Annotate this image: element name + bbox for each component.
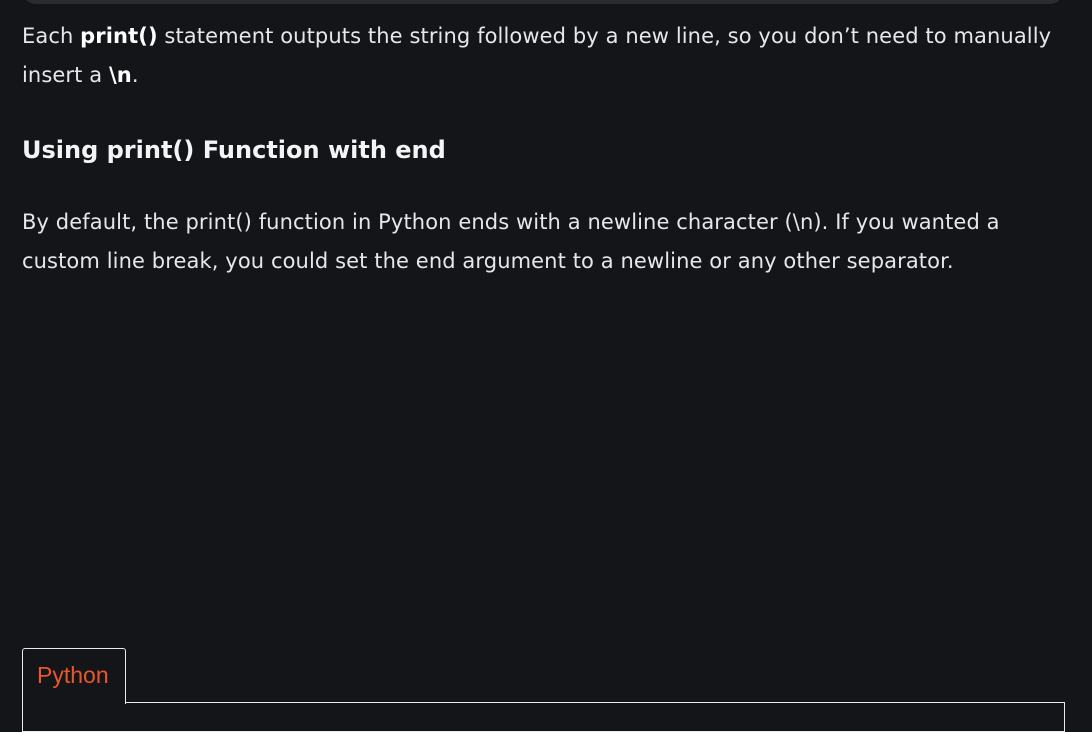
explanation-paragraph: Each print() statement outputs the strin… — [22, 17, 1062, 95]
previous-code-block — [22, 0, 1064, 4]
paragraph-text: statement outputs the string followed by… — [22, 24, 1052, 87]
code-block — [22, 702, 1065, 732]
description-paragraph: By default, the print() function in Pyth… — [22, 210, 1000, 273]
inline-code-newline: \n — [109, 63, 132, 87]
tab-python-label: Python — [37, 662, 109, 688]
paragraph-text: Each — [22, 24, 81, 48]
tab-python[interactable]: Python — [22, 648, 126, 704]
section-heading: Using print() Function with end — [22, 136, 446, 164]
inline-code-print: print() — [80, 24, 158, 48]
paragraph-text: . — [131, 63, 139, 87]
